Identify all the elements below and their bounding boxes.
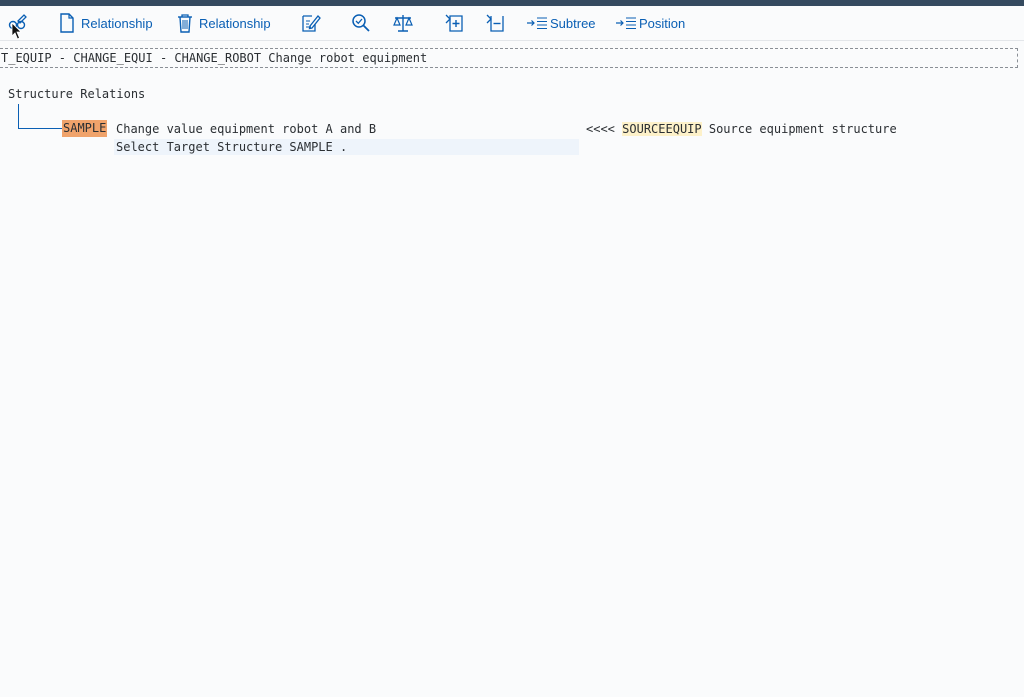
position-label: Position <box>639 15 686 31</box>
collapse-minus-icon <box>486 14 504 32</box>
subtree-button[interactable]: Subtree <box>526 9 596 37</box>
application-toolbar: Relationship Relationship Subtree Positi… <box>0 6 1024 41</box>
compare-button[interactable] <box>392 9 414 37</box>
check-button[interactable] <box>350 9 372 37</box>
trash-icon <box>178 14 192 33</box>
check-magnifier-icon <box>352 14 370 32</box>
create-relationship-button[interactable]: Relationship <box>58 9 153 37</box>
select-target-text[interactable]: Select Target Structure SAMPLE . <box>116 139 347 155</box>
arrow-list-icon <box>616 17 636 30</box>
mouse-cursor-icon <box>11 22 22 40</box>
create-relationship-label: Relationship <box>81 15 153 31</box>
structure-path-header: T_EQUIP - CHANGE_EQUI - CHANGE_ROBOT Cha… <box>0 48 1018 68</box>
source-relation: <<<< SOURCEEQUIP Source equipment struct… <box>586 121 897 137</box>
source-structure-node[interactable]: SOURCEEQUIP <box>622 122 702 136</box>
target-structure-description: Change value equipment robot A and B <box>116 122 377 136</box>
target-structure-node[interactable]: SAMPLE <box>62 120 108 137</box>
position-button[interactable]: Position <box>615 9 685 37</box>
delete-relationship-label: Relationship <box>199 15 271 31</box>
source-structure-description: Source equipment structure <box>708 122 897 136</box>
arrow-list-icon <box>527 17 547 30</box>
tree-connector-horizontal <box>18 128 62 129</box>
tree-connector-vertical <box>18 104 19 129</box>
delete-relationship-button[interactable]: Relationship <box>176 9 271 37</box>
section-title: Structure Relations <box>8 87 146 101</box>
subtree-label: Subtree <box>550 15 596 31</box>
collapse-subtree-button[interactable] <box>484 9 506 37</box>
new-document-icon <box>60 13 74 33</box>
expand-subtree-button[interactable] <box>443 9 465 37</box>
change-button[interactable] <box>299 9 321 37</box>
balance-scale-icon <box>393 15 413 32</box>
expand-plus-icon <box>445 14 463 32</box>
relation-arrow: <<<< <box>586 122 615 136</box>
edit-pencil-icon <box>302 15 321 32</box>
